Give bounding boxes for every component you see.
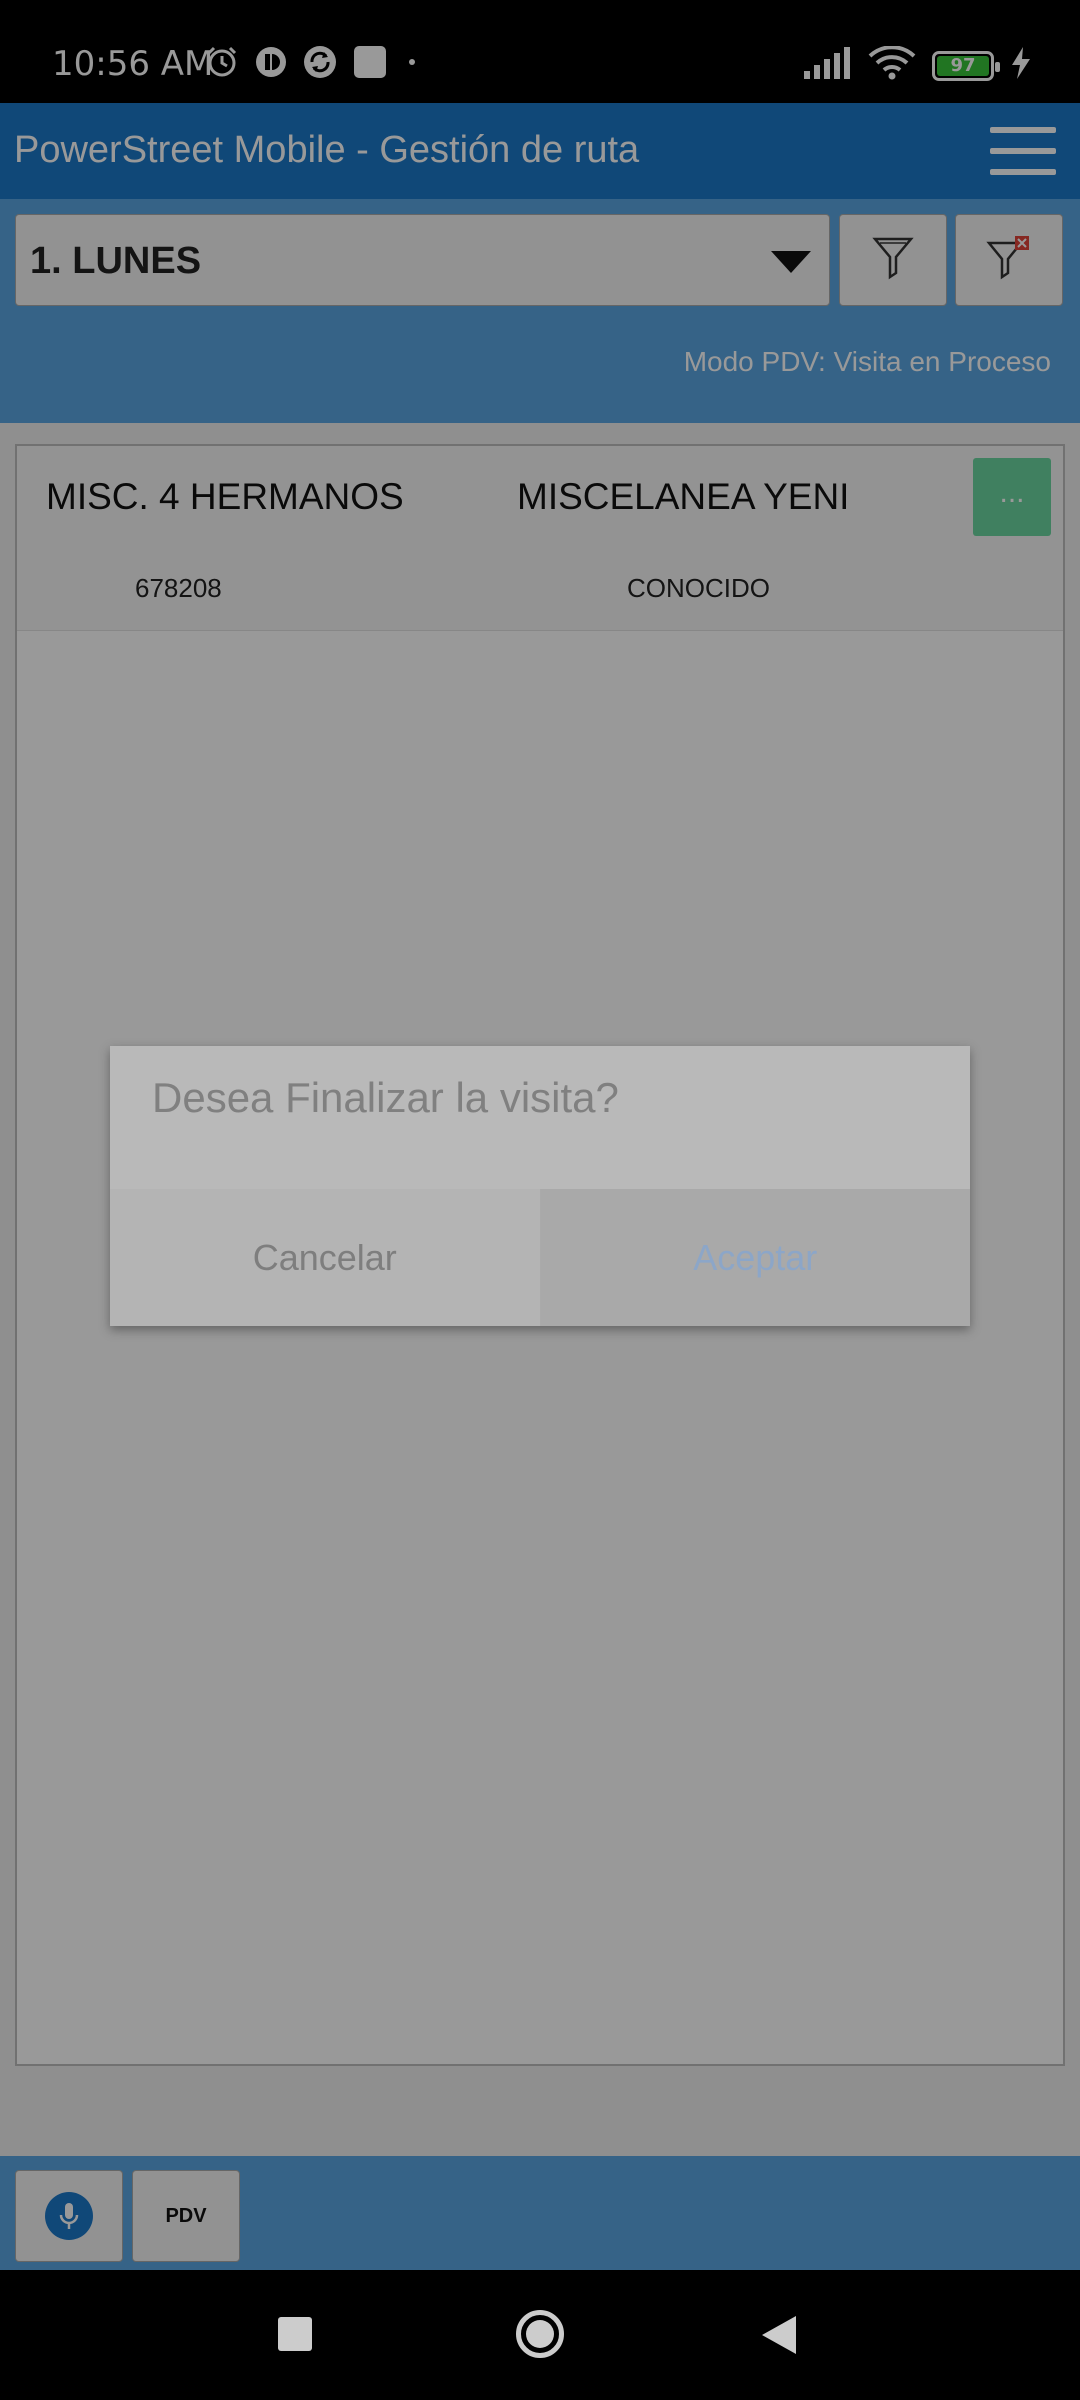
confirm-dialog: Desea Finalizar la visita? Cancelar Acep… [110,1046,970,1326]
cancel-button[interactable]: Cancelar [110,1189,541,1326]
back-icon[interactable] [762,2316,796,2354]
home-icon[interactable] [516,2310,564,2358]
system-nav-bar [0,2270,1080,2400]
recents-icon[interactable] [278,2317,312,2351]
dialog-buttons: Cancelar Aceptar [110,1189,970,1326]
accept-button[interactable]: Aceptar [540,1189,970,1326]
dialog-message: Desea Finalizar la visita? [152,1074,619,1121]
